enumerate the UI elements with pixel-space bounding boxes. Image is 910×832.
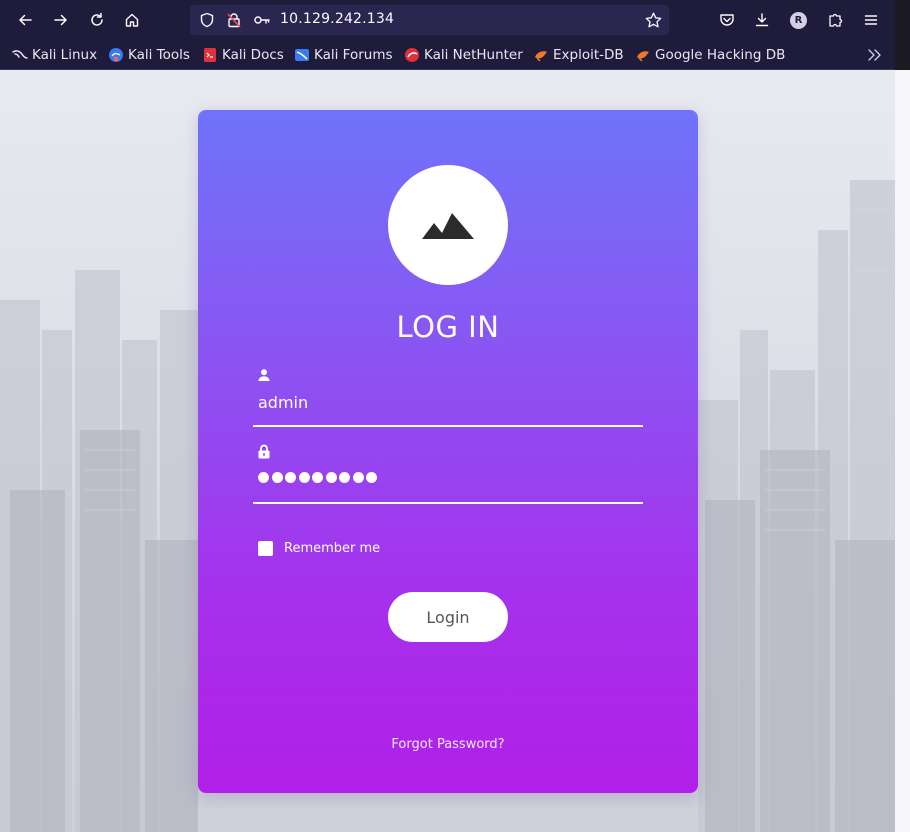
page-viewport: LOG IN admin Remember me Login Forgot Pa… — [0, 70, 895, 832]
bookmark-kali-forums[interactable]: Kali Forums — [294, 46, 393, 64]
back-arrow-icon — [19, 14, 32, 26]
puzzle-icon — [829, 13, 843, 27]
password-mask-dot — [258, 472, 269, 483]
username-underline — [253, 425, 643, 427]
ghdb-icon — [635, 47, 651, 63]
profile-avatar[interactable]: R — [790, 12, 807, 29]
menu-button[interactable] — [857, 6, 885, 34]
downloads-button[interactable] — [748, 6, 776, 34]
bookmark-kali-tools[interactable]: Kali Tools — [108, 46, 190, 64]
reload-button[interactable] — [83, 6, 111, 34]
download-icon — [755, 13, 769, 27]
password-field[interactable] — [253, 444, 643, 514]
pocket-button[interactable] — [713, 6, 741, 34]
bookmark-label: Exploit-DB — [553, 47, 624, 63]
exploit-db-icon — [533, 47, 549, 63]
pocket-icon — [720, 14, 734, 26]
kali-nethunter-icon — [404, 47, 420, 63]
password-underline — [253, 502, 643, 504]
password-mask-dot — [298, 472, 310, 483]
forgot-password-link[interactable]: Forgot Password? — [198, 737, 698, 752]
bookmark-label: Kali NetHunter — [424, 47, 523, 63]
kali-dragon-icon — [12, 47, 28, 63]
lock-icon — [257, 444, 271, 459]
bookmark-label: Kali Tools — [128, 47, 190, 63]
password-mask-dot — [352, 472, 364, 483]
kali-docs-icon — [202, 47, 218, 63]
bookmark-label: Kali Linux — [32, 47, 98, 63]
password-mask-dot — [366, 472, 377, 483]
bookmark-label: Kali Docs — [222, 47, 284, 63]
back-button[interactable] — [11, 6, 39, 34]
password-mask-dot — [325, 472, 337, 483]
bookmark-kali-docs[interactable]: Kali Docs — [202, 46, 284, 64]
shield-icon[interactable] — [199, 12, 215, 28]
remember-me-toggle[interactable]: Remember me — [258, 541, 380, 556]
mountain-icon — [422, 213, 474, 239]
login-button[interactable]: Login — [388, 592, 508, 642]
extensions-button[interactable] — [821, 6, 849, 34]
login-title: LOG IN — [396, 310, 500, 344]
bookmark-label: Google Hacking DB — [655, 47, 786, 63]
bookmark-exploit-db[interactable]: Exploit-DB — [533, 46, 624, 64]
home-icon — [125, 13, 139, 27]
password-mask-dot — [285, 472, 296, 483]
key-icon[interactable] — [253, 12, 270, 28]
url-text[interactable]: 10.129.242.134 — [280, 11, 394, 27]
login-card: LOG IN admin Remember me Login Forgot Pa… — [198, 110, 698, 793]
remember-me-label: Remember me — [284, 541, 381, 556]
bookmark-google-hacking-db[interactable]: Google Hacking DB — [635, 46, 785, 64]
browser-toolbar: 10.129.242.134 R — [0, 0, 895, 40]
password-mask-dot — [312, 472, 323, 483]
password-input[interactable] — [258, 472, 377, 483]
reload-icon — [91, 12, 103, 26]
password-mask-dot — [339, 472, 350, 483]
forward-arrow-icon — [54, 14, 67, 26]
remember-me-checkbox[interactable] — [258, 541, 273, 556]
bookmark-label: Kali Forums — [314, 47, 393, 63]
kali-forums-icon — [294, 47, 310, 63]
logo-badge — [388, 165, 508, 285]
password-mask-dot — [271, 472, 283, 483]
user-icon — [257, 367, 271, 381]
forward-button[interactable] — [47, 6, 75, 34]
hamburger-icon — [864, 15, 878, 25]
bookmark-star-icon[interactable] — [645, 12, 662, 28]
bookmarks-bar: Kali Linux Kali Tools Kali Docs Kali For… — [0, 40, 895, 70]
url-bar[interactable]: 10.129.242.134 — [190, 5, 669, 35]
window-scrollbar[interactable] — [895, 0, 910, 832]
insecure-lock-icon[interactable] — [226, 12, 242, 28]
username-field[interactable]: admin — [253, 367, 643, 437]
bookmark-kali-linux[interactable]: Kali Linux — [12, 46, 97, 64]
username-input[interactable]: admin — [258, 393, 628, 412]
kali-tools-icon — [108, 47, 124, 63]
bookmark-kali-nethunter[interactable]: Kali NetHunter — [404, 46, 523, 64]
home-button[interactable] — [118, 6, 146, 34]
bookmarks-overflow-chevron-icon[interactable] — [866, 47, 884, 63]
